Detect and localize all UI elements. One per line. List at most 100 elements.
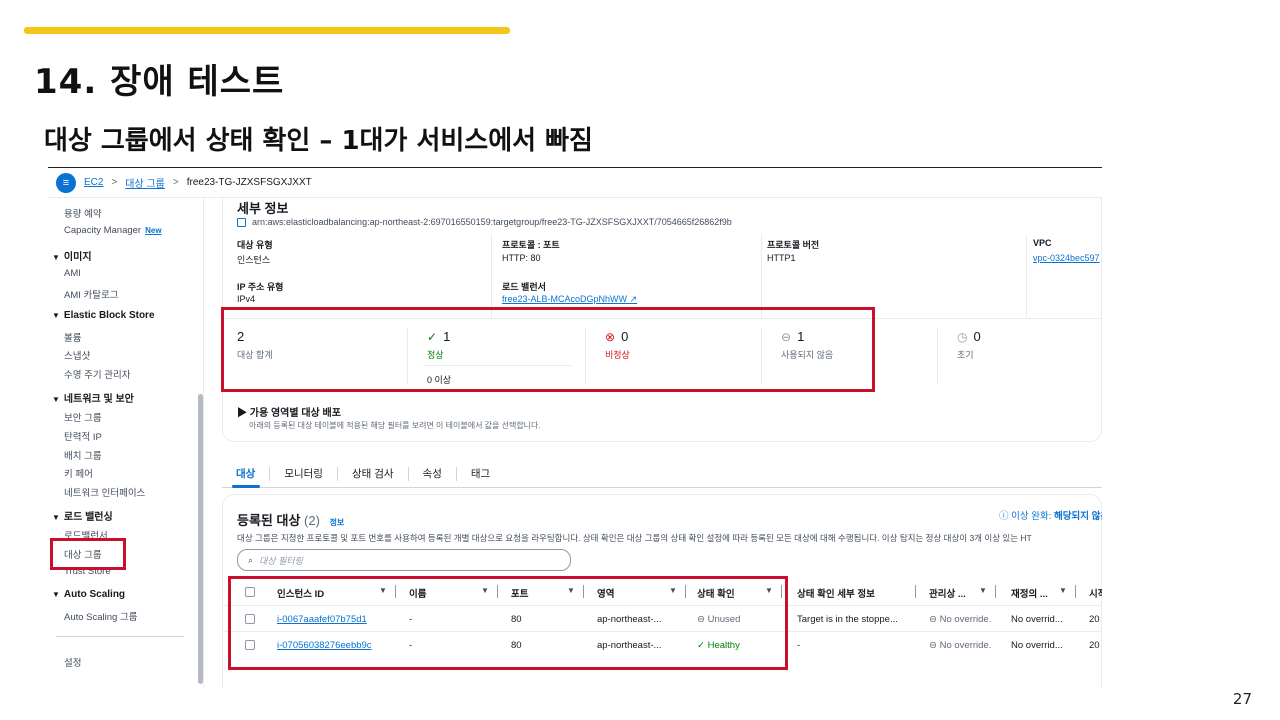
col-divider [995,585,996,598]
col-start[interactable]: 시작 [1089,586,1102,600]
sidebar-item-auto-scaling-groups[interactable]: Auto Scaling 그룹 [64,609,137,623]
cell-start: 20 [1089,614,1100,625]
sidebar-section-load-balancing[interactable]: ▼ 로드 밸런싱 [52,508,113,523]
highlight-target-groups-nav [50,538,126,570]
minus-circle-icon: ⊖ [929,640,937,651]
sidebar-section-network-security[interactable]: ▼ 네트워크 및 보안 [52,390,134,405]
target-filter-input[interactable]: ⌕ 대상 필터링 [237,549,571,571]
registered-targets-desc: 대상 그룹은 지정한 프로토콜 및 포트 번호를 사용하여 등록된 개별 대상으… [237,533,1032,543]
breadcrumb-ec2[interactable]: EC2 [84,177,103,188]
slide-subtitle: 대상 그룹에서 상태 확인 – 1대가 서비스에서 빠짐 [44,126,593,156]
tab-health-checks[interactable]: 상태 검사 [338,466,409,481]
target-type-value: 인스턴스 [237,255,271,265]
sidebar-item-volumes[interactable]: 볼륨 [64,330,81,344]
az-distribution-toggle[interactable]: ▶ 가용 영역별 대상 배포 [237,404,341,419]
sidebar-item-network-interfaces[interactable]: 네트워크 인터페이스 [64,485,145,499]
caret-down-icon: ▼ [52,253,60,262]
sort-caret-icon[interactable]: ▼ [1059,586,1067,595]
clock-icon: ◷ [957,329,968,344]
breadcrumb: ≡ EC2 > 대상 그룹 > free23-TG-JZXSFSGXJXXT [48,168,1102,198]
az-distribution-desc: 아래의 등록된 대상 테이블에 적용된 해당 필터를 보려면 이 테이블에서 값… [249,421,541,430]
column-divider [491,234,492,318]
protocol-port-value: HTTP: 80 [502,253,541,263]
sidebar-item-elastic-ip[interactable]: 탄력적 IP [64,429,102,443]
sidebar-item-capacity-manager[interactable]: Capacity Manager New [64,225,162,236]
info-circle-icon: ⓘ [999,511,1009,522]
col-override[interactable]: 재정의 ... [1011,586,1048,600]
vpc-label: VPC [1033,238,1052,248]
caret-down-icon: ▼ [52,311,60,320]
protocol-version-value: HTTP1 [767,253,796,263]
sidebar-item-ami-catalog[interactable]: AMI 카탈로그 [64,287,119,301]
external-link-icon: ↗ [629,294,638,304]
breadcrumb-target-groups[interactable]: 대상 그룹 [125,175,165,190]
search-icon: ⌕ [248,554,254,565]
sidebar-item-ami[interactable]: AMI [64,268,81,279]
highlight-target-health-table [228,576,788,670]
col-health-details[interactable]: 상태 확인 세부 정보 [797,586,875,600]
vpc-link[interactable]: vpc-0324bec597 [1033,253,1100,263]
cell-admin-override: ⊖ No override. [929,614,992,625]
cell-health-details: Target is in the stoppe... [797,614,898,625]
sidebar-item-key-pairs[interactable]: 키 페어 [64,466,93,480]
registered-targets-count: (2) [304,513,320,528]
sidebar-item-settings[interactable]: 설정 [64,655,81,669]
sidebar-divider [56,636,184,637]
initial-count[interactable]: ◷ 0 [957,329,981,344]
details-title: 세부 정보 [237,201,289,216]
sidebar-item-lifecycle-manager[interactable]: 수명 주기 관리자 [64,367,130,381]
col-divider [1075,585,1076,598]
col-admin-override[interactable]: 관리상 ... [929,586,966,600]
sidebar-scrollbar[interactable] [198,394,203,684]
tab-attributes[interactable]: 속성 [409,466,457,481]
sort-caret-icon[interactable]: ▼ [979,586,987,595]
sidebar-section-auto-scaling[interactable]: ▼ Auto Scaling [52,589,125,600]
arn-row: arn:aws:elasticloadbalancing:ap-northeas… [237,217,732,227]
column-divider [761,234,762,318]
sidebar-item-security-groups[interactable]: 보안 그룹 [64,410,102,424]
minus-circle-icon: ⊖ [929,614,937,625]
hamburger-menu-icon[interactable]: ≡ [56,172,76,193]
load-balancer-label: 로드 밸런서 [502,282,546,292]
protocol-port-label: 프로토콜 : 포트 [502,240,560,250]
breadcrumb-current: free23-TG-JZXSFSGXJXXT [186,177,312,188]
registered-targets-title: 등록된 대상 (2) 정보 [237,513,345,528]
info-link[interactable]: 정보 [330,518,345,527]
cell-override: No overrid... [1011,640,1063,651]
tab-bar: 대상 모니터링 상태 검사 속성 태그 [222,460,1102,488]
protocol-version-label: 프로토콜 버전 [767,240,820,250]
sidebar-nav: 용량 예약 Capacity Manager New ▼ 이미지 AMI AMI 카… [48,198,204,688]
page-number: 27 [1232,690,1252,708]
ip-type-label: IP 주소 유형 [237,282,284,292]
arn-value: arn:aws:elasticloadbalancing:ap-northeas… [252,217,732,227]
sidebar-item-snapshots[interactable]: 스냅샷 [64,348,90,362]
stat-divider [937,328,938,384]
chevron-right-icon: > [111,177,118,188]
caret-down-icon: ▼ [52,513,60,522]
tab-monitoring[interactable]: 모니터링 [270,466,338,481]
tab-tags[interactable]: 태그 [457,467,504,481]
active-tab-indicator [232,485,260,488]
copy-icon[interactable] [237,217,246,227]
ip-type-value: IPv4 [237,294,256,304]
column-divider [1026,234,1027,318]
sidebar-item-placement-groups[interactable]: 배치 그룹 [64,448,102,462]
target-type-label: 대상 유형 [237,240,273,250]
sidebar-section-ebs[interactable]: ▼ Elastic Block Store [52,310,155,321]
cell-override: No overrid... [1011,614,1063,625]
sidebar-item-label: Capacity Manager [64,225,142,236]
cell-health-details: - [797,640,801,651]
load-balancer-link[interactable]: free23-ALB-MCAcoDGpNhWW ↗ [502,294,637,305]
initial-label: 초기 [957,350,974,360]
cell-admin-override: ⊖ No override. [929,640,992,651]
slide-title: 14. 장애 테스트 [34,62,285,102]
new-badge: New [145,226,162,235]
sidebar-item-capacity-reservation[interactable]: 용량 예약 [64,206,102,220]
caret-down-icon: ▼ [52,395,60,404]
col-divider [915,585,916,598]
anomaly-mitigation[interactable]: ⓘ 이상 완화: 해당되지 않음 [999,508,1102,522]
sidebar-section-images[interactable]: ▼ 이미지 [52,248,92,263]
caret-down-icon: ▼ [52,590,60,599]
tab-targets[interactable]: 대상 [222,466,271,481]
highlight-health-stats [221,307,875,392]
